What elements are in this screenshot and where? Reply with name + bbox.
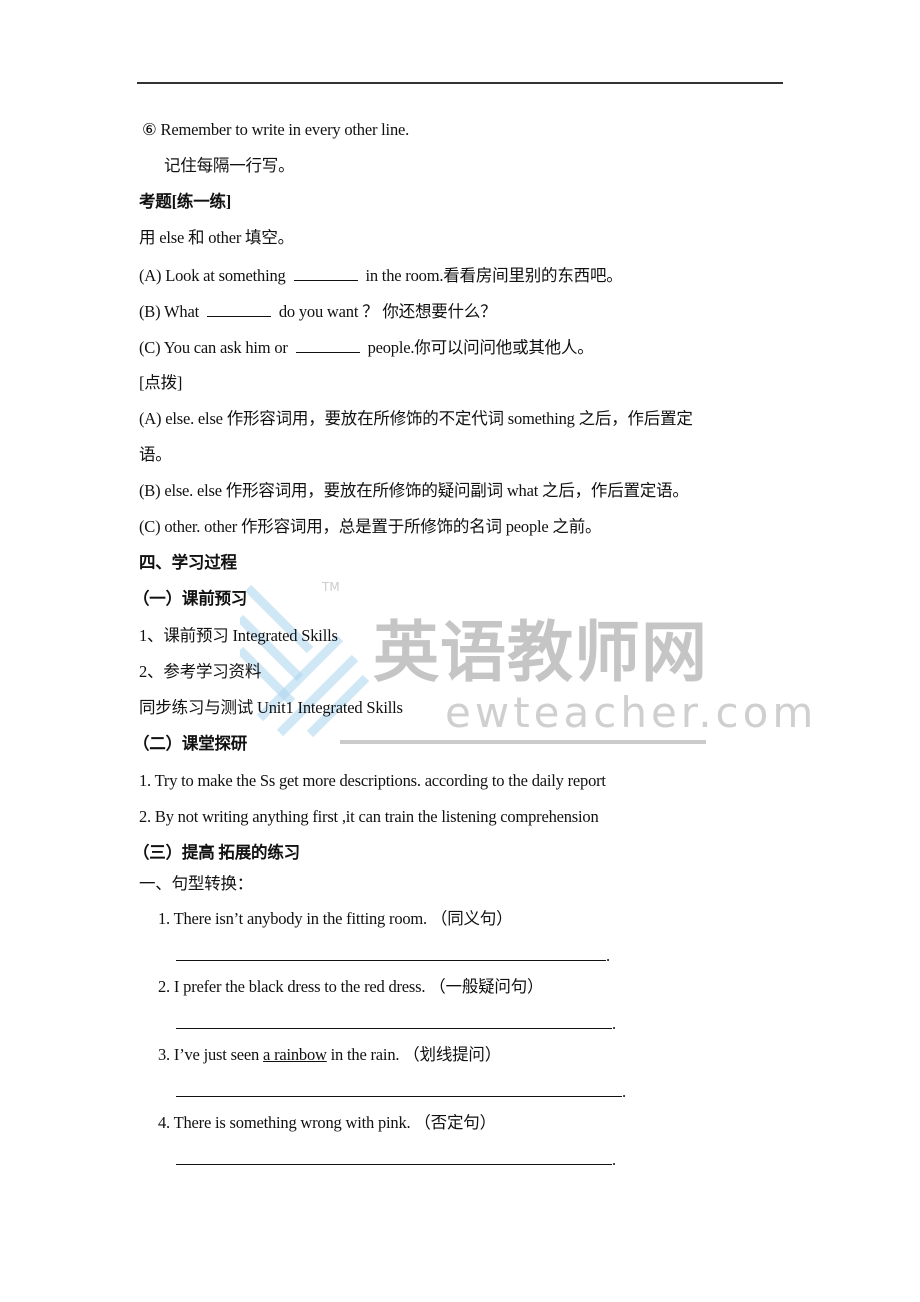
part-1-heading: 一、句型转换： xyxy=(139,874,254,893)
exercise-1-number: 1. xyxy=(158,909,170,928)
exercise-2-number: 2. xyxy=(158,977,170,996)
exercise-2-answer: . xyxy=(176,1012,616,1035)
exercise-1: 1. There isn’t anybody in the fitting ro… xyxy=(158,908,513,930)
instruction: 用 else 和 other 填空。 xyxy=(139,228,294,247)
exercise-4-number: 4. xyxy=(158,1113,170,1132)
question-a-prefix: (A) Look at something xyxy=(139,266,286,285)
tip-6: ⑥ Remember to write in every other line. xyxy=(142,120,410,139)
exercise-1-sentence: There isn’t anybody in the fitting room. xyxy=(173,909,428,928)
exercise-3-answer-blank[interactable] xyxy=(176,1080,622,1097)
question-b: (B) What do you want ？ 你还想要什么？ xyxy=(139,300,497,323)
hint-a-continued: 语。 xyxy=(139,445,172,464)
question-b-blank[interactable] xyxy=(206,300,271,317)
exercise-2-answer-period: . xyxy=(612,1014,616,1033)
exam-heading: 考题[练一练] xyxy=(139,192,232,211)
item-3: 同步练习与测试 Unit1 Integrated Skills xyxy=(139,698,403,717)
exercise-4-answer-period: . xyxy=(612,1150,616,1169)
exercise-2-answer-blank[interactable] xyxy=(176,1012,612,1029)
hint-c: (C) other. other 作形容词用，总是置于所修饰的名词 people… xyxy=(139,517,602,536)
watermark-underline xyxy=(340,740,706,744)
exercise-1-hint: （同义句） xyxy=(430,909,513,928)
exercise-1-answer-blank[interactable] xyxy=(176,944,606,961)
watermark-chinese: 英语教师网 xyxy=(373,614,708,691)
exercise-4-sentence: There is something wrong with pink. xyxy=(173,1113,411,1132)
hint-b: (B) else. else 作形容词用，要放在所修饰的疑问副词 what 之后… xyxy=(139,481,689,500)
exercise-2-hint: （一般疑问句） xyxy=(429,977,544,996)
exercise-1-answer-period: . xyxy=(606,946,610,965)
exercise-3-hint: （划线提问） xyxy=(403,1045,502,1064)
item-1: 1、课前预习 Integrated Skills xyxy=(139,626,338,645)
exercise-4-answer-blank[interactable] xyxy=(176,1148,612,1165)
item-2: 2、参考学习资料 xyxy=(139,662,262,681)
exercise-3-number: 3. xyxy=(158,1045,170,1064)
tip-6-translation: 记住每隔一行写。 xyxy=(164,156,295,175)
question-b-prefix: (B) What xyxy=(139,302,199,321)
question-c-suffix: people.你可以问问他或其他人。 xyxy=(367,338,594,357)
exercise-3-pre: I’ve just seen xyxy=(173,1045,264,1064)
subsection-2-heading: （二）课堂探研 xyxy=(133,734,248,753)
hint-a: (A) else. else 作形容词用，要放在所修饰的不定代词 somethi… xyxy=(139,409,693,428)
exercise-3-answer: . xyxy=(176,1080,626,1103)
question-c-blank[interactable] xyxy=(295,336,360,353)
exercise-3: 3. I’ve just seen a rainbow in the rain.… xyxy=(158,1044,501,1066)
exercise-4-hint: （否定句） xyxy=(414,1113,496,1132)
question-c-prefix: (C) You can ask him or xyxy=(139,338,288,357)
question-c: (C) You can ask him or people.你可以问问他或其他人… xyxy=(139,336,594,359)
explore-2: 2. By not writing anything first ,it can… xyxy=(139,807,599,826)
exercise-1-answer: . xyxy=(176,944,610,967)
question-b-suffix: do you want ？ 你还想要什么？ xyxy=(278,302,497,321)
exercise-4: 4. There is something wrong with pink. （… xyxy=(158,1112,496,1134)
watermark: TM 英语教师网 ewteacher.com xyxy=(240,578,813,748)
exercise-3-post: in the rain. xyxy=(326,1045,400,1064)
question-a-suffix: in the room.看看房间里别的东西吧。 xyxy=(365,266,623,285)
question-a: (A) Look at something in the room.看看房间里别… xyxy=(139,264,623,287)
header-rule xyxy=(137,82,783,84)
question-a-blank[interactable] xyxy=(293,264,358,281)
subsection-3-heading: （三）提高 拓展的练习 xyxy=(133,843,300,862)
watermark-english: ewteacher.com xyxy=(445,688,818,737)
exercise-4-answer: . xyxy=(176,1148,616,1171)
exercise-3-underlined: a rainbow xyxy=(263,1045,327,1064)
section-4-heading: 四、学习过程 xyxy=(139,553,237,572)
subsection-1-heading: （一）课前预习 xyxy=(133,589,248,608)
exercise-2: 2. I prefer the black dress to the red d… xyxy=(158,976,544,998)
exercise-2-sentence: I prefer the black dress to the red dres… xyxy=(173,977,426,996)
explore-1: 1. Try to make the Ss get more descripti… xyxy=(139,771,606,790)
exercise-3-answer-period: . xyxy=(622,1082,626,1101)
hint-heading: [点拨] xyxy=(139,373,183,392)
watermark-tm: TM xyxy=(322,580,340,594)
